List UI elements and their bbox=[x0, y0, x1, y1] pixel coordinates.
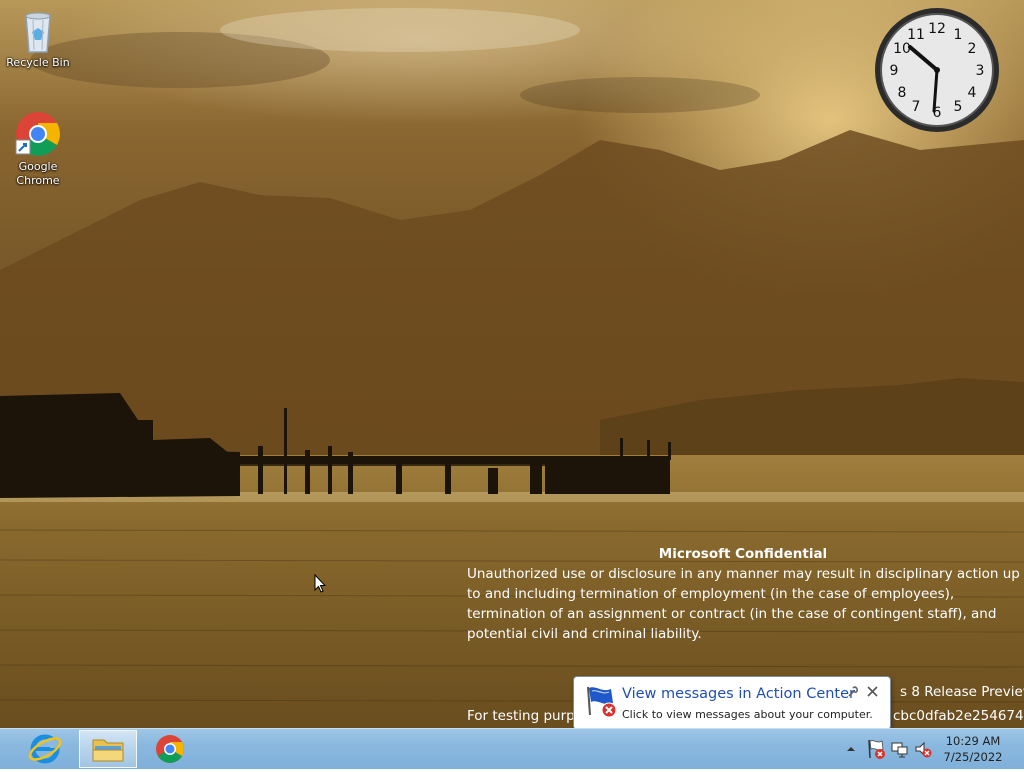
recycle-bin-shortcut[interactable]: Recycle Bin bbox=[0, 6, 76, 70]
clock-number-2: 2 bbox=[968, 41, 977, 57]
clock-number-7: 7 bbox=[912, 99, 921, 115]
tray-time: 10:29 AM bbox=[945, 734, 1001, 748]
taskbar[interactable]: 10:29 AM 7/25/2022 bbox=[0, 728, 1024, 769]
balloon-title[interactable]: View messages in Action Center bbox=[622, 686, 855, 702]
confidential-notice: Microsoft Confidential Unauthorized use … bbox=[467, 544, 1023, 644]
folder-icon bbox=[92, 739, 124, 762]
clock-number-1: 1 bbox=[954, 27, 963, 43]
mouse-cursor bbox=[314, 574, 326, 593]
clock-number-3: 3 bbox=[976, 63, 985, 79]
clock-number-11: 11 bbox=[907, 27, 925, 43]
build-watermark-line2-left: For testing purp bbox=[467, 708, 575, 724]
chrome-icon bbox=[14, 110, 62, 158]
clock-number-9: 9 bbox=[890, 63, 899, 79]
network-icon[interactable] bbox=[890, 740, 908, 758]
action-center-balloon[interactable]: View messages in Action Center Click to … bbox=[573, 676, 891, 739]
ie-icon bbox=[28, 734, 62, 764]
balloon-close-icon[interactable] bbox=[867, 686, 878, 697]
action-center-flag-icon[interactable] bbox=[866, 738, 886, 760]
show-hidden-icons-arrow-icon[interactable] bbox=[842, 740, 860, 758]
volume-muted-icon[interactable] bbox=[914, 740, 932, 758]
balloon-subtitle: Click to view messages about your comput… bbox=[622, 708, 873, 721]
google-chrome-shortcut[interactable]: Google Chrome bbox=[0, 110, 76, 188]
balloon-options-icon[interactable] bbox=[847, 686, 859, 698]
build-watermark-line1: s 8 Release Preview bbox=[900, 684, 1024, 700]
confidential-title: Microsoft Confidential bbox=[658, 546, 828, 562]
tray-date: 7/25/2022 bbox=[943, 750, 1003, 764]
confidential-body: Unauthorized use or disclosure in any ma… bbox=[467, 566, 1020, 642]
clock-number-5: 5 bbox=[954, 99, 963, 115]
taskbar-file-explorer[interactable] bbox=[79, 730, 137, 768]
recycle-bin-icon bbox=[14, 6, 62, 54]
clock-number-8: 8 bbox=[898, 85, 907, 101]
clock-gadget[interactable]: 12 1 2 3 4 5 6 7 8 9 10 11 bbox=[874, 7, 1000, 133]
tray-clock[interactable]: 10:29 AM 7/25/2022 bbox=[932, 733, 1014, 765]
clock-number-4: 4 bbox=[968, 85, 977, 101]
taskbar-internet-explorer[interactable] bbox=[16, 730, 74, 768]
google-chrome-label: Google Chrome bbox=[16, 160, 60, 187]
action-center-flag-icon bbox=[587, 686, 617, 718]
chrome-icon bbox=[156, 735, 184, 763]
clock-number-12: 12 bbox=[928, 21, 946, 37]
build-watermark-line2-right: cbc0dfab2e254674 bbox=[893, 708, 1024, 724]
recycle-bin-label: Recycle Bin bbox=[6, 56, 70, 69]
taskbar-google-chrome[interactable] bbox=[141, 730, 199, 768]
clock-number-10: 10 bbox=[893, 41, 911, 57]
desktop[interactable]: Recycle Bin Google Chrome 12 1 2 3 4 5 6… bbox=[0, 0, 1024, 728]
